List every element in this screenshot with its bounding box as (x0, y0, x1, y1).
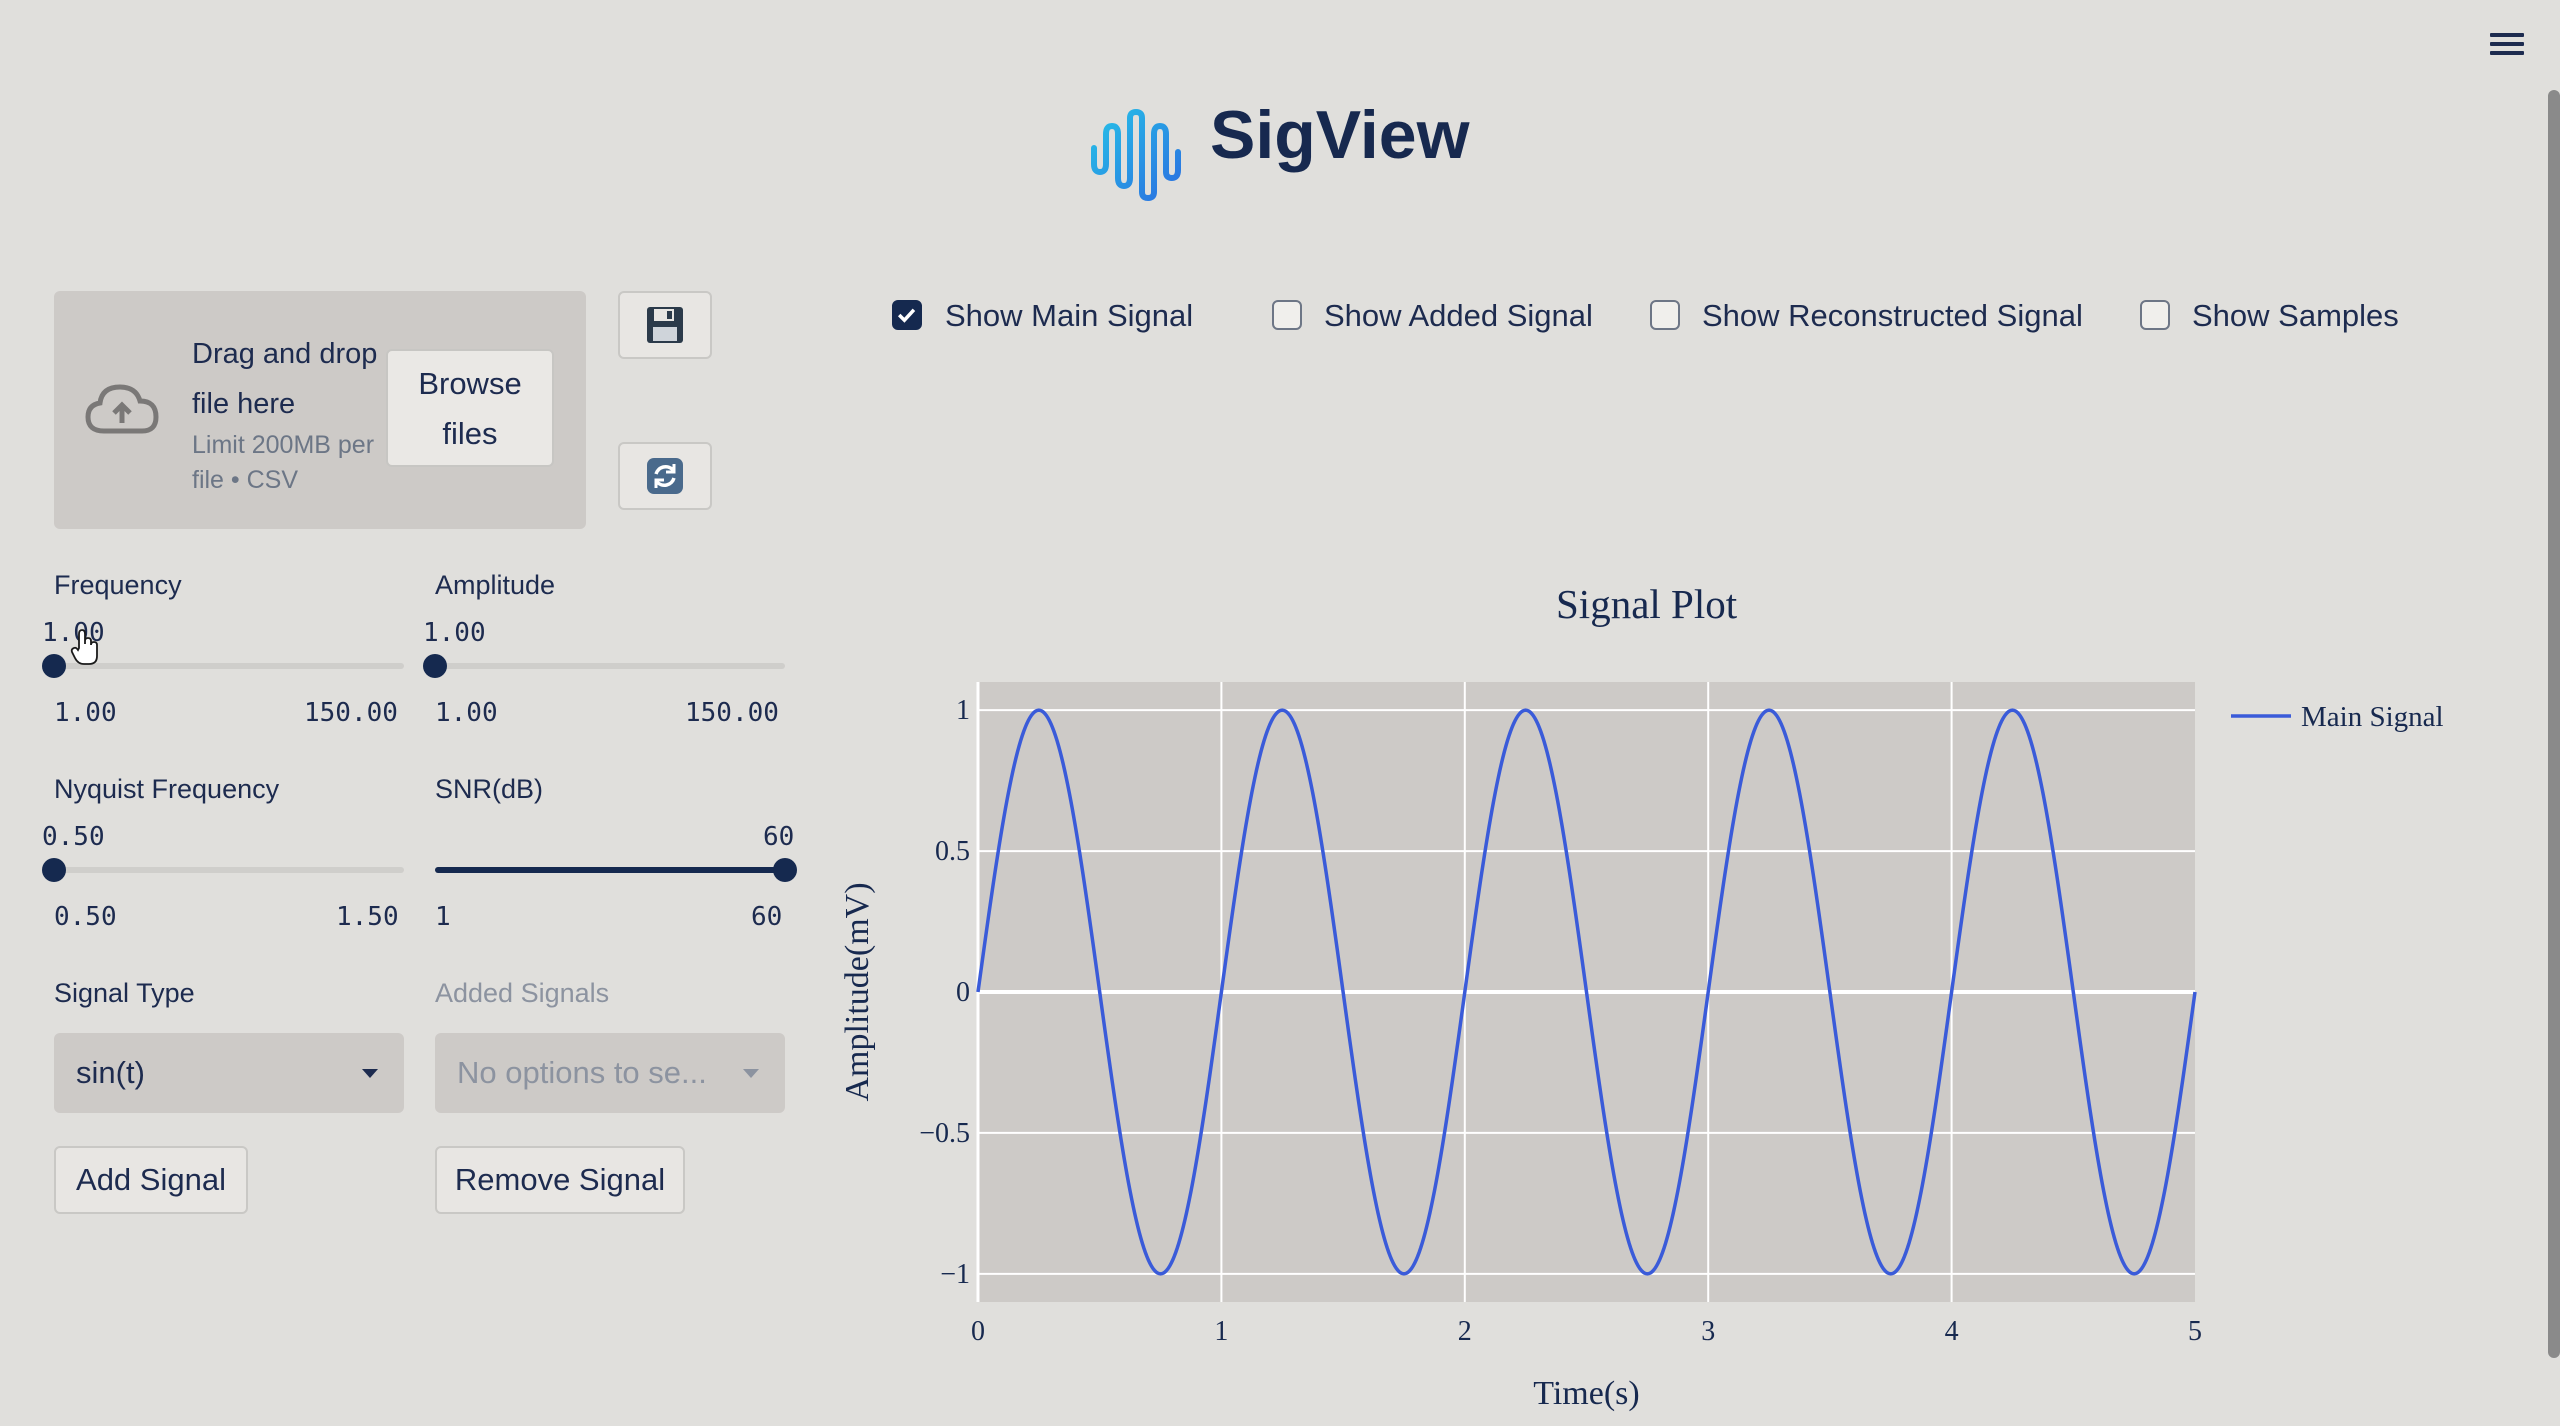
waveform-logo-icon (1091, 108, 1181, 202)
signal-plot[interactable]: 0 1 2 3 4 5 1 0.5 0 −0.5 −1 Time(s) Amplitude(mV) Mai… (820, 660, 2460, 1420)
drop-instructions: Drag and drop file here (192, 338, 378, 420)
x-tick-label: 4 (1945, 1316, 1959, 1347)
snr-label: SNR(dB) (435, 774, 544, 804)
frequency-label: Frequency (54, 570, 182, 600)
browse-files-button[interactable]: Browse files (386, 349, 554, 467)
y-tick-label: 0 (956, 977, 970, 1008)
refresh-button[interactable] (618, 442, 712, 510)
frequency-slider-thumb[interactable] (42, 654, 66, 678)
signal-type-label: Signal Type (54, 978, 195, 1008)
amplitude-min: 1.00 (435, 698, 498, 728)
refresh-icon (647, 458, 683, 494)
x-axis-label: Time(s) (1533, 1375, 1639, 1412)
show-samples-label: Show Samples (2192, 298, 2399, 333)
legend-label: Main Signal (2301, 701, 2444, 733)
cloud-upload-icon (85, 384, 159, 434)
chart-title: Signal Plot (1556, 581, 1738, 627)
y-axis-label: Amplitude(mV) (839, 882, 876, 1101)
amplitude-slider-thumb[interactable] (423, 654, 447, 678)
show-added-signal-label: Show Added Signal (1324, 298, 1593, 333)
x-tick-label: 2 (1458, 1316, 1472, 1347)
snr-slider[interactable] (435, 858, 797, 882)
added-signals-placeholder: No options to se... (457, 1055, 707, 1090)
x-tick-label: 3 (1701, 1316, 1715, 1347)
snr-value: 60 (763, 822, 795, 852)
x-tick-label: 5 (2188, 1316, 2202, 1347)
y-tick-label: 1 (956, 695, 970, 726)
snr-max: 60 (751, 902, 783, 932)
remove-signal-button[interactable]: Remove Signal (435, 1146, 685, 1214)
hand-cursor-icon (70, 629, 98, 665)
app-title: SigView (1210, 97, 1470, 173)
add-signal-button[interactable]: Add Signal (54, 1146, 248, 1214)
x-tick-label: 0 (971, 1316, 985, 1347)
show-main-signal-label: Show Main Signal (945, 298, 1194, 333)
hamburger-menu-icon[interactable] (2490, 28, 2524, 62)
floppy-disk-icon (647, 307, 683, 343)
added-signals-select[interactable]: No options to se... (435, 1033, 785, 1113)
y-tick-label: −0.5 (919, 1118, 970, 1149)
snr-slider-thumb[interactable] (773, 858, 797, 882)
nyquist-max: 1.50 (336, 902, 399, 932)
x-tick-label: 1 (1214, 1316, 1228, 1347)
amplitude-max: 150.00 (685, 698, 779, 728)
amplitude-label: Amplitude (435, 570, 556, 600)
frequency-min: 1.00 (54, 698, 117, 728)
y-tick-label: −1 (940, 1259, 970, 1290)
nyquist-value: 0.50 (42, 822, 105, 852)
snr-min: 1 (435, 902, 451, 932)
chevron-down-icon (362, 1069, 378, 1078)
nyquist-min: 0.50 (54, 902, 117, 932)
save-button[interactable] (618, 291, 712, 359)
upload-limit-text: Limit 200MB per file • CSV (192, 431, 375, 494)
show-samples-checkbox[interactable] (2140, 300, 2170, 330)
show-reconstructed-signal-label: Show Reconstructed Signal (1702, 298, 2083, 333)
signal-type-select[interactable]: sin(t) (54, 1033, 404, 1113)
signal-type-value: sin(t) (76, 1055, 145, 1090)
show-reconstructed-signal-checkbox[interactable] (1650, 300, 1680, 330)
frequency-max: 150.00 (304, 698, 398, 728)
frequency-slider[interactable] (42, 654, 404, 678)
nyquist-label: Nyquist Frequency (54, 774, 280, 804)
checkmark-icon (897, 308, 916, 323)
show-main-signal-checkbox[interactable] (892, 300, 922, 330)
nyquist-slider[interactable] (42, 858, 404, 882)
amplitude-slider[interactable] (423, 654, 785, 678)
added-signals-label: Added Signals (435, 978, 610, 1008)
amplitude-value: 1.00 (423, 618, 486, 648)
scrollbar[interactable] (2548, 90, 2560, 1358)
show-added-signal-checkbox[interactable] (1272, 300, 1302, 330)
chevron-down-icon (743, 1069, 759, 1078)
nyquist-slider-thumb[interactable] (42, 858, 66, 882)
file-uploader-dropzone[interactable]: Drag and drop file here Limit 200MB per … (54, 291, 586, 529)
y-tick-label: 0.5 (935, 836, 970, 867)
